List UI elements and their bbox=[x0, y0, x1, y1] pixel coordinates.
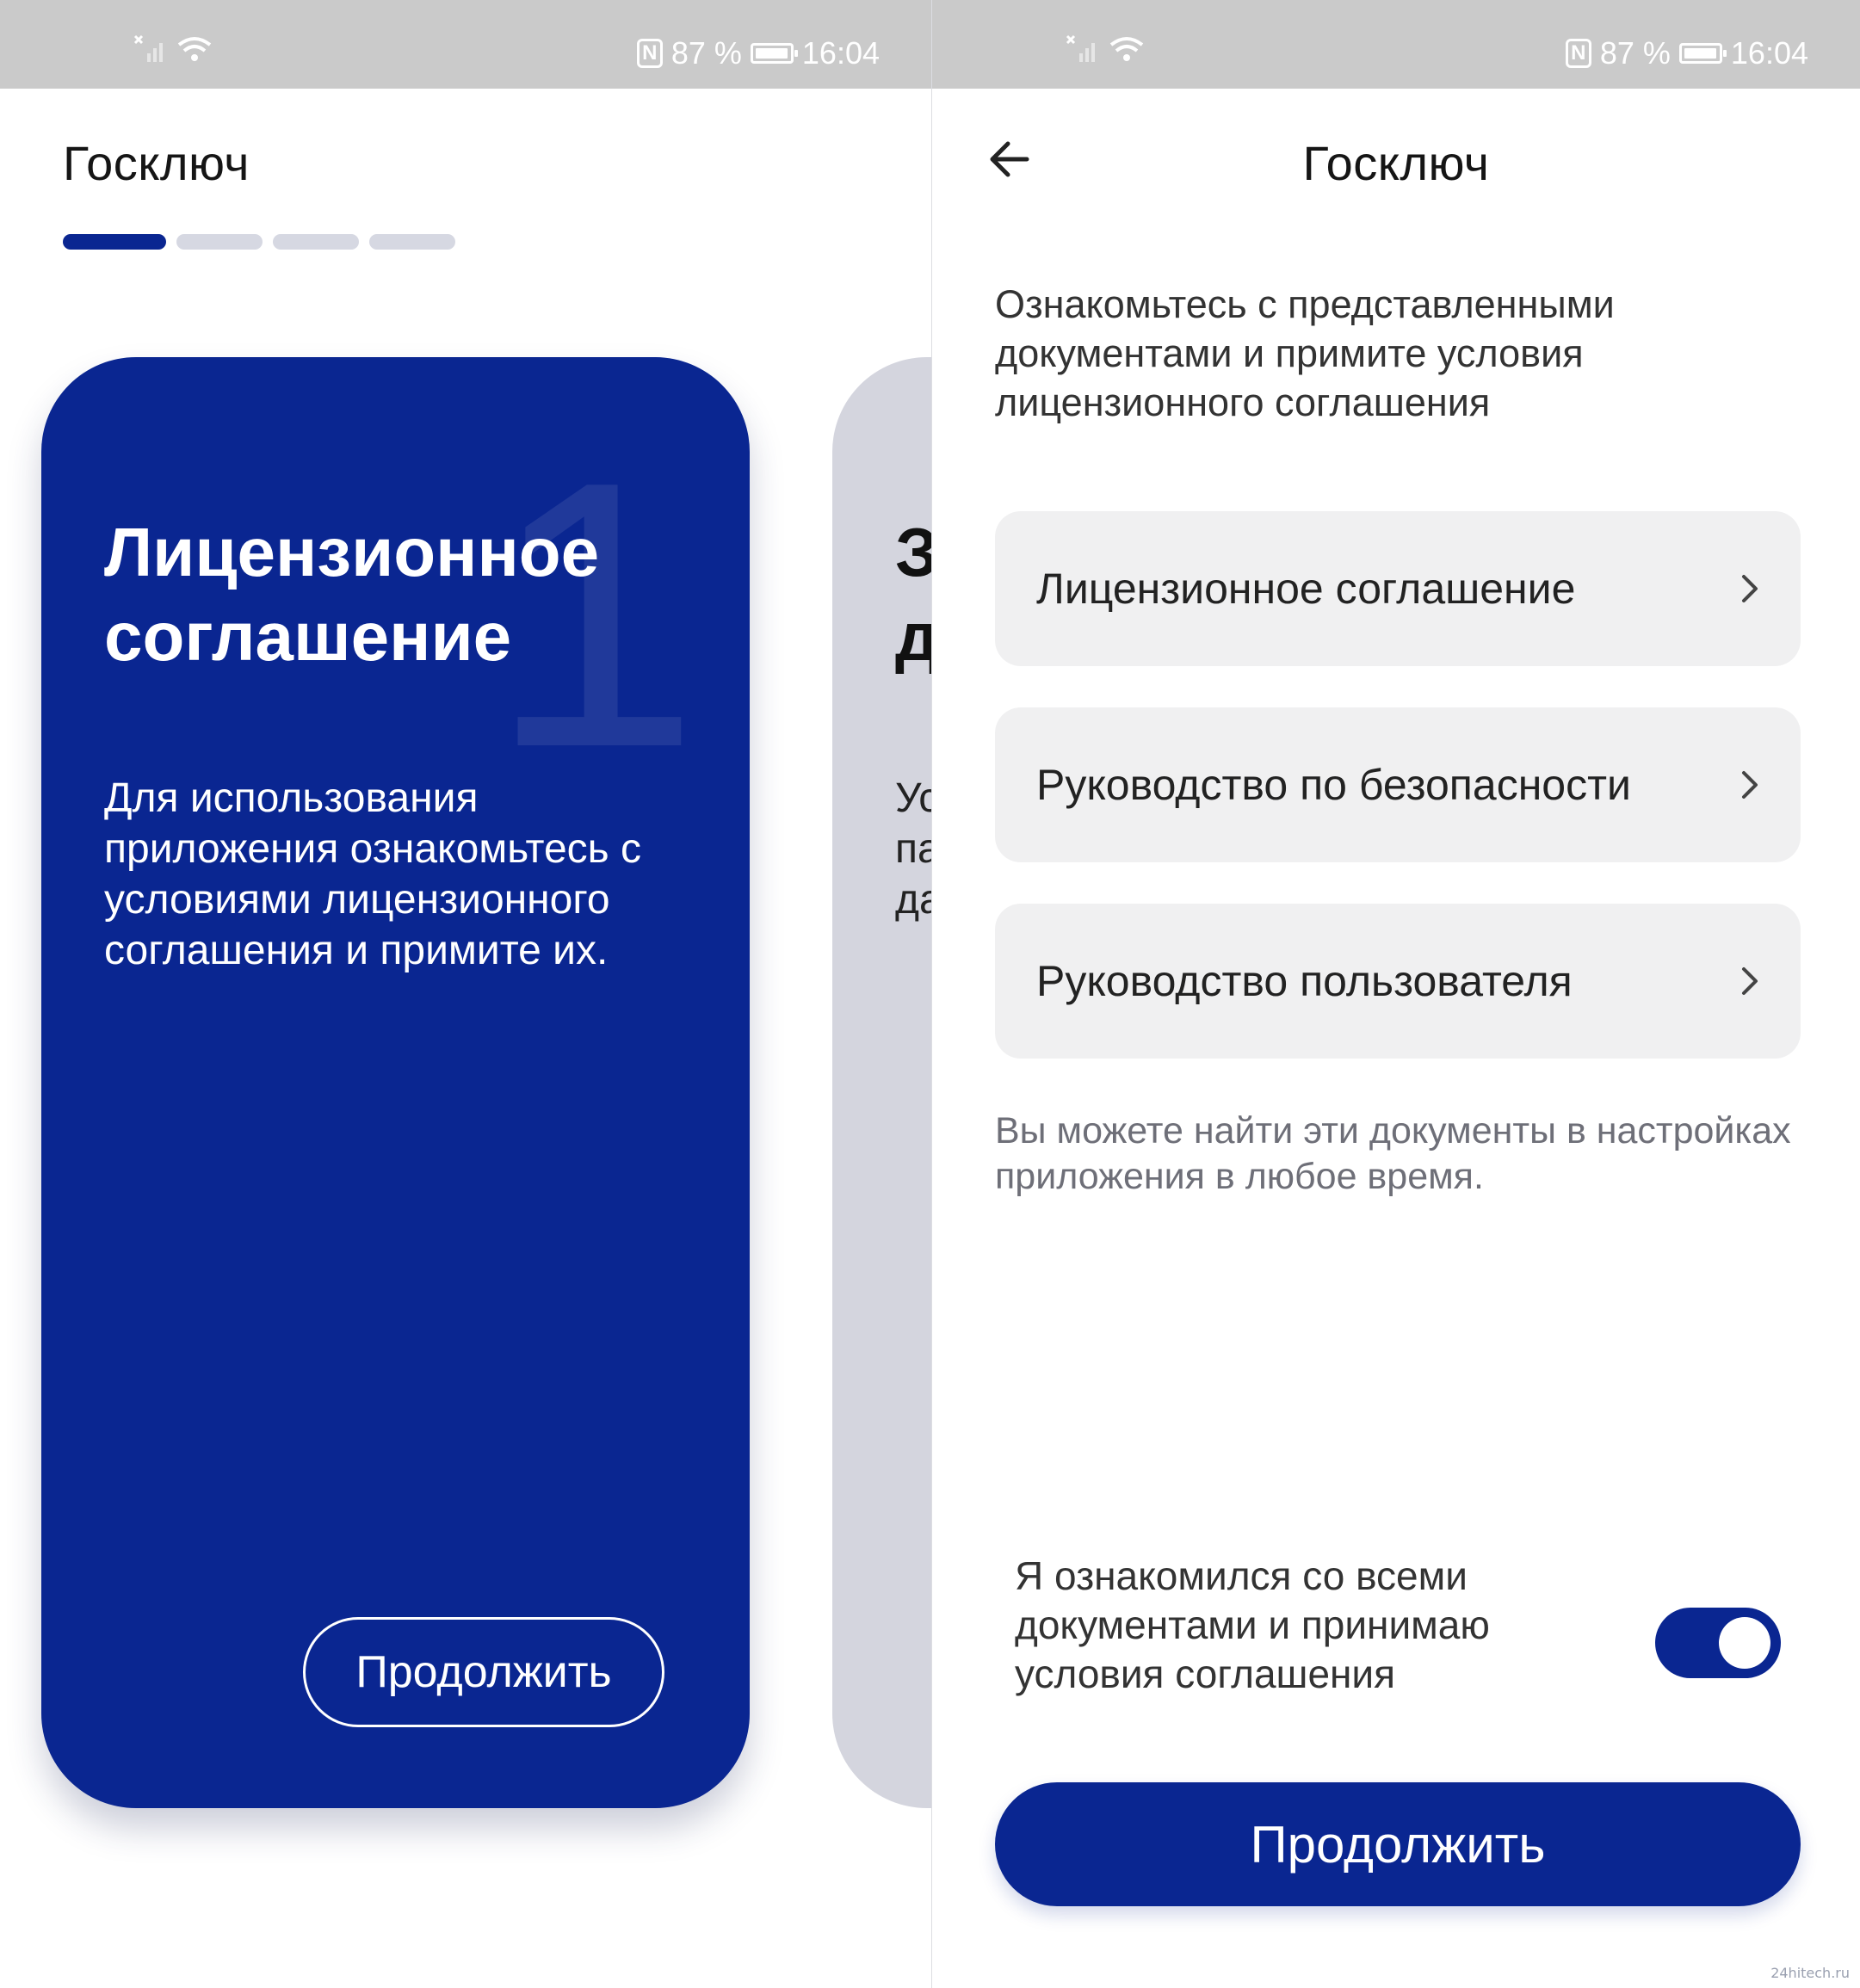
page-title: Госключ bbox=[1302, 136, 1490, 190]
wifi-icon bbox=[1109, 37, 1144, 61]
nfc-icon: N bbox=[1565, 39, 1591, 68]
status-bar: N 87 % 16:04 bbox=[932, 0, 1860, 89]
consent-label: Я ознакомился со всеми документами и при… bbox=[1015, 1553, 1490, 1696]
continue-button[interactable]: Продолжить bbox=[995, 1782, 1801, 1906]
nfc-icon: N bbox=[636, 39, 663, 68]
document-label: Руководство по безопасности bbox=[1036, 761, 1631, 809]
card-title: Лицензионное соглашение bbox=[104, 514, 600, 675]
next-card-text: Ус па да bbox=[895, 775, 931, 923]
status-bar-right: N 87 % 16:04 bbox=[1565, 31, 1808, 76]
onboarding-screen: N 87 % 16:04 Госключ 1 Лицензионное согл… bbox=[0, 0, 931, 1988]
chevron-right-icon bbox=[1742, 967, 1758, 995]
card-continue-button[interactable]: Продолжить bbox=[303, 1617, 664, 1727]
no-signal-icon bbox=[133, 34, 163, 62]
step-4 bbox=[369, 234, 455, 250]
battery-percent: 87 % bbox=[1599, 35, 1671, 71]
step-2 bbox=[176, 234, 263, 250]
license-card: 1 Лицензионное соглашение Для использова… bbox=[41, 357, 750, 1808]
watermark: 24hitech.ru bbox=[1770, 1965, 1850, 1981]
status-bar-right: N 87 % 16:04 bbox=[636, 31, 880, 76]
wifi-icon bbox=[177, 37, 212, 61]
status-bar-left bbox=[133, 34, 213, 64]
status-bar-left bbox=[1066, 34, 1145, 64]
document-item-user-guide[interactable]: Руководство пользователя bbox=[995, 904, 1801, 1059]
chevron-right-icon bbox=[1742, 575, 1758, 602]
status-bar: N 87 % 16:04 bbox=[0, 0, 931, 89]
settings-hint: Вы можете найти эти документы в настройк… bbox=[995, 1110, 1791, 1197]
clock: 16:04 bbox=[1730, 35, 1808, 71]
step-1-active bbox=[63, 234, 166, 250]
intro-text: Ознакомьтесь с представленными документа… bbox=[995, 282, 1615, 424]
next-card-title: З д bbox=[895, 514, 931, 675]
clock: 16:04 bbox=[801, 35, 880, 71]
no-signal-icon bbox=[1066, 34, 1095, 62]
documents-screen: N 87 % 16:04 Госключ Ознакомьтесь с пред… bbox=[932, 0, 1860, 1988]
battery-icon bbox=[1678, 43, 1727, 64]
chevron-right-icon bbox=[1742, 771, 1758, 799]
document-item-security-guide[interactable]: Руководство по безопасности bbox=[995, 707, 1801, 862]
next-card-peek[interactable]: З д Ус па да bbox=[832, 357, 931, 1808]
toggle-knob bbox=[1719, 1617, 1770, 1669]
card-description: Для использования приложения ознакомьтес… bbox=[104, 775, 641, 973]
battery-percent: 87 % bbox=[670, 35, 742, 71]
consent-toggle[interactable] bbox=[1655, 1608, 1781, 1678]
document-label: Лицензионное соглашение bbox=[1036, 565, 1576, 613]
step-indicator bbox=[63, 234, 455, 250]
document-label: Руководство пользователя bbox=[1036, 957, 1573, 1005]
page-title: Госключ bbox=[63, 136, 250, 190]
battery-icon bbox=[750, 43, 798, 64]
step-3 bbox=[273, 234, 359, 250]
document-item-license[interactable]: Лицензионное соглашение bbox=[995, 511, 1801, 666]
